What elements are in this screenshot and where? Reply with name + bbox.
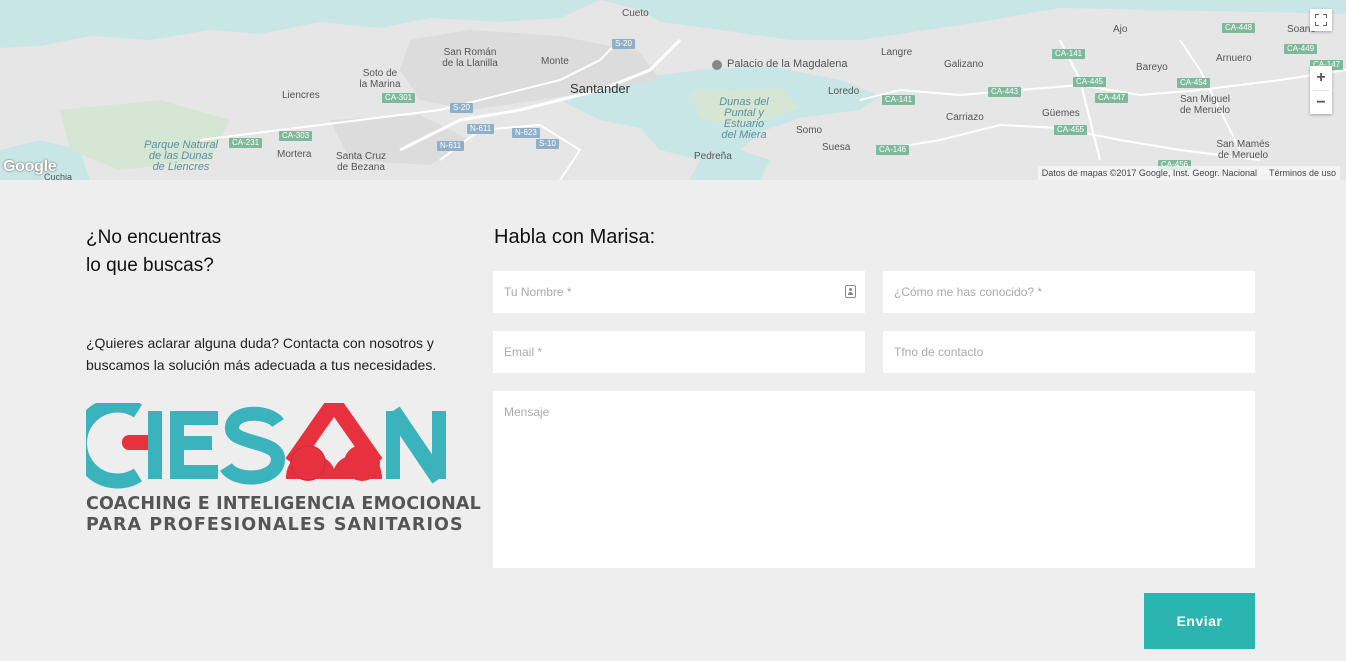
heading-line-2: lo que buscas? bbox=[86, 255, 214, 276]
fullscreen-button[interactable] bbox=[1310, 9, 1332, 31]
intro-line-2: buscamos la solución más adecuada a tus … bbox=[86, 357, 437, 373]
message-placeholder: Mensaje bbox=[504, 405, 550, 419]
road-shield: CA-449 bbox=[1284, 44, 1318, 54]
map-label-santander: Santander bbox=[570, 81, 630, 96]
road-shield: CA-146 bbox=[876, 145, 910, 155]
heading-line-1: ¿No encuentras bbox=[86, 227, 222, 248]
map-label-loredo: Loredo bbox=[828, 86, 860, 97]
road-shield: CA-231 bbox=[229, 138, 263, 148]
road-shield: CA-454 bbox=[1177, 78, 1211, 88]
map-label-carriazo: Carriazo bbox=[946, 112, 984, 123]
map-label-arnuero: Arnuero bbox=[1216, 53, 1252, 64]
map-data-credit: Datos de mapas ©2017 Google, Inst. Geogr… bbox=[1041, 168, 1257, 178]
phone-placeholder: Tfno de contacto bbox=[894, 345, 984, 359]
logo-tagline-2: PARA PROFESIONALES SANITARIOS bbox=[86, 515, 464, 535]
map-label-liencres: Liencres bbox=[282, 90, 320, 101]
ciesan-logo: COACHING E INTELIGENCIA EMOCIONAL PARA P… bbox=[72, 389, 481, 538]
phone-input[interactable]: Tfno de contacto bbox=[883, 331, 1255, 373]
map-label-santa-cruz: Santa Cruz de Bezana bbox=[335, 151, 387, 173]
map-label-san-mames: San Mamés de Meruelo bbox=[1216, 139, 1270, 161]
logo-tagline-1: COACHING E INTELIGENCIA EMOCIONAL bbox=[86, 494, 482, 514]
road-shield: S-20 bbox=[450, 103, 473, 113]
road-shield: CA-303 bbox=[279, 131, 313, 141]
map-label-soto: Soto de la Marina bbox=[359, 68, 401, 90]
terms-link[interactable]: Términos de uso bbox=[1269, 168, 1336, 178]
road-shield: S-20 bbox=[612, 39, 635, 49]
map-label-somo: Somo bbox=[796, 125, 823, 136]
email-placeholder: Email * bbox=[504, 345, 543, 359]
send-button[interactable]: Enviar bbox=[1144, 593, 1255, 649]
how-found-input[interactable]: ¿Cómo me has conocido? * bbox=[883, 271, 1255, 313]
road-shield: CA-448 bbox=[1222, 23, 1256, 33]
map-label-mortera: Mortera bbox=[277, 149, 312, 160]
map-label-monte: Monte bbox=[541, 56, 569, 67]
road-shield: CA-301 bbox=[382, 93, 416, 103]
map-label-guemes: Güemes bbox=[1042, 108, 1080, 119]
map-label-parque: Parque Natural de las Dunas de Liencres bbox=[144, 139, 218, 173]
map-attribution: Datos de mapas ©2017 Google, Inst. Geogr… bbox=[1037, 166, 1340, 180]
section-heading: ¿No encuentras lo que buscas? bbox=[86, 224, 221, 280]
map-label-bareyo: Bareyo bbox=[1136, 62, 1168, 73]
map-label-langre: Langre bbox=[881, 47, 913, 58]
map-label-palacio: Palacio de la Magdalena bbox=[727, 58, 848, 70]
road-shield: CA-445 bbox=[1073, 77, 1107, 87]
email-input[interactable]: Email * bbox=[493, 331, 865, 373]
zoom-control: + − bbox=[1310, 66, 1332, 114]
intro-text: ¿Quieres aclarar alguna duda? Contacta c… bbox=[86, 332, 456, 376]
map-label-ajo: Ajo bbox=[1113, 24, 1128, 35]
map-label-san-miguel: San Miguel de Meruelo bbox=[1179, 94, 1231, 116]
message-textarea[interactable]: Mensaje bbox=[493, 391, 1255, 568]
road-shield: CA-141 bbox=[882, 95, 916, 105]
ciesan-logo-mark bbox=[72, 389, 446, 489]
name-input[interactable]: Tu Nombre * bbox=[493, 271, 865, 313]
how-found-placeholder: ¿Cómo me has conocido? * bbox=[894, 285, 1043, 299]
form-title: Habla con Marisa: bbox=[494, 226, 656, 248]
road-shield: CA-455 bbox=[1054, 125, 1088, 135]
road-shield: N-611 bbox=[467, 124, 495, 134]
fullscreen-icon bbox=[1315, 14, 1327, 26]
map-embed[interactable]: Cueto San Román de la Llanilla Monte San… bbox=[0, 0, 1346, 180]
map-label-cueto: Cueto bbox=[622, 8, 649, 19]
road-shield: N-611 bbox=[437, 141, 465, 151]
intro-line-1: ¿Quieres aclarar alguna duda? Contacta c… bbox=[86, 335, 434, 351]
contact-card-icon[interactable] bbox=[845, 285, 856, 298]
road-shield: CA-141 bbox=[1052, 49, 1086, 59]
road-shield: S-10 bbox=[536, 139, 559, 149]
map-label-san-roman: San Román de la Llanilla bbox=[442, 47, 498, 69]
road-shield: CA-447 bbox=[1095, 93, 1129, 103]
zoom-out-button[interactable]: − bbox=[1310, 91, 1332, 114]
map-label-pedrena: Pedreña bbox=[694, 151, 732, 162]
poi-marker-icon bbox=[712, 60, 722, 70]
zoom-in-button[interactable]: + bbox=[1310, 66, 1332, 90]
map-label-dunas: Dunas del Puntal y Estuario del Miera bbox=[719, 96, 769, 141]
name-placeholder: Tu Nombre * bbox=[504, 285, 572, 299]
google-logo: Google bbox=[3, 158, 57, 175]
map-label-suesa: Suesa bbox=[822, 142, 851, 153]
road-shield: N-623 bbox=[512, 128, 540, 138]
road-shield: CA-443 bbox=[988, 87, 1022, 97]
map-label-galizano: Galizano bbox=[944, 59, 984, 70]
